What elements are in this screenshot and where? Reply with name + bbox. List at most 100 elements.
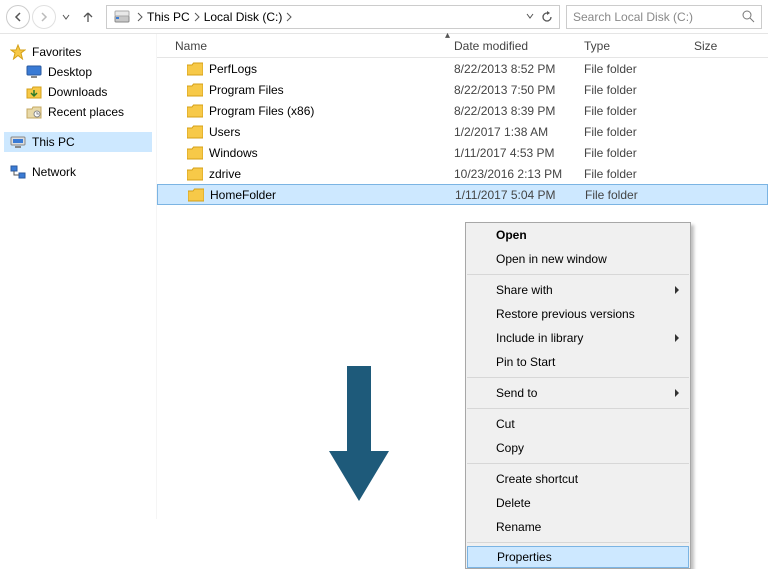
table-row[interactable]: Program Files (x86)8/22/2013 8:39 PMFile… [157, 100, 768, 121]
table-row[interactable]: Windows1/11/2017 4:53 PMFile folder [157, 142, 768, 163]
sidebar-item-downloads[interactable]: Downloads [4, 82, 152, 102]
table-row[interactable]: Users 1/2/2017 1:38 AMFile folder [157, 121, 768, 142]
menu-item-label: Share with [496, 283, 553, 297]
file-name: Users [209, 125, 240, 139]
search-placeholder: Search Local Disk (C:) [573, 10, 742, 24]
forward-button[interactable] [32, 5, 56, 29]
file-type: File folder [576, 62, 686, 76]
file-list: ▴ Name Date modified Type Size PerfLogs8… [157, 34, 768, 519]
menu-item-label: Open in new window [496, 252, 607, 266]
sidebar-item-desktop[interactable]: Desktop [4, 62, 152, 82]
submenu-arrow-icon [674, 388, 680, 398]
menu-item-copy[interactable]: Copy [466, 436, 690, 460]
file-type: File folder [577, 188, 687, 202]
address-bar[interactable]: This PC Local Disk (C:) [106, 5, 560, 29]
menu-separator [467, 463, 689, 464]
menu-item-label: Rename [496, 520, 541, 534]
file-name: HomeFolder [210, 188, 276, 202]
crumb-sep-icon [284, 12, 294, 22]
table-row[interactable]: zdrive10/23/2016 2:13 PMFile folder [157, 163, 768, 184]
sort-indicator-icon: ▴ [445, 30, 450, 41]
desktop-icon [26, 64, 42, 80]
address-dropdown-icon[interactable] [525, 11, 535, 23]
file-date: 10/23/2016 2:13 PM [446, 167, 576, 181]
sidebar-item-label: Desktop [48, 65, 92, 79]
menu-item-open[interactable]: Open [466, 223, 690, 247]
menu-item-properties[interactable]: Properties [467, 546, 689, 568]
menu-separator [467, 377, 689, 378]
sidebar-favorites[interactable]: Favorites [4, 42, 152, 62]
file-date: 1/2/2017 1:38 AM [446, 125, 576, 139]
menu-item-cut[interactable]: Cut [466, 412, 690, 436]
downloads-icon [26, 84, 42, 100]
folder-icon [187, 104, 203, 118]
breadcrumb-root[interactable]: This PC [145, 10, 192, 24]
menu-item-share-with[interactable]: Share with [466, 278, 690, 302]
folder-icon [188, 188, 204, 202]
sidebar-item-label: Recent places [48, 105, 124, 119]
network-icon [10, 164, 26, 180]
menu-item-label: Restore previous versions [496, 307, 635, 321]
menu-item-restore-previous-versions[interactable]: Restore previous versions [466, 302, 690, 326]
sidebar-item-label: This PC [32, 135, 75, 149]
file-type: File folder [576, 167, 686, 181]
submenu-arrow-icon [674, 285, 680, 295]
table-row[interactable]: Program Files 8/22/2013 7:50 PMFile folde… [157, 79, 768, 100]
folder-icon [187, 125, 203, 139]
menu-item-delete[interactable]: Delete [466, 491, 690, 515]
menu-item-send-to[interactable]: Send to [466, 381, 690, 405]
col-size[interactable]: Size [686, 39, 766, 53]
history-dropdown[interactable] [58, 5, 74, 29]
menu-item-open-in-new-window[interactable]: Open in new window [466, 247, 690, 271]
menu-separator [467, 274, 689, 275]
menu-item-create-shortcut[interactable]: Create shortcut [466, 467, 690, 491]
folder-icon [187, 167, 203, 181]
sidebar: Favorites Desktop Downloads Recent place… [0, 34, 157, 519]
file-name: PerfLogs [209, 62, 257, 76]
file-type: File folder [576, 125, 686, 139]
sidebar-thispc[interactable]: This PC [4, 132, 152, 152]
menu-item-label: Pin to Start [496, 355, 555, 369]
sidebar-item-label: Network [32, 165, 76, 179]
back-button[interactable] [6, 5, 30, 29]
col-date[interactable]: Date modified [446, 39, 576, 53]
file-type: File folder [576, 104, 686, 118]
file-name: Program Files [209, 83, 284, 97]
menu-separator [467, 408, 689, 409]
sidebar-item-recent[interactable]: Recent places [4, 102, 152, 122]
menu-item-label: Create shortcut [496, 472, 578, 486]
menu-item-label: Copy [496, 441, 524, 455]
menu-item-pin-to-start[interactable]: Pin to Start [466, 350, 690, 374]
folder-icon [187, 146, 203, 160]
table-row[interactable]: HomeFolder1/11/2017 5:04 PMFile folder [157, 184, 768, 205]
folder-icon [187, 62, 203, 76]
crumb-sep-icon [192, 12, 202, 22]
file-date: 8/22/2013 7:50 PM [446, 83, 576, 97]
refresh-icon[interactable] [541, 11, 553, 23]
menu-item-label: Delete [496, 496, 531, 510]
table-row[interactable]: PerfLogs 8/22/2013 8:52 PMFile folder [157, 58, 768, 79]
menu-item-label: Properties [497, 550, 552, 564]
file-name: Windows [209, 146, 258, 160]
column-headers: Name Date modified Type Size [157, 34, 768, 58]
search-input[interactable]: Search Local Disk (C:) [566, 5, 762, 29]
breadcrumb-location[interactable]: Local Disk (C:) [202, 10, 285, 24]
sidebar-network[interactable]: Network [4, 162, 152, 182]
menu-item-label: Cut [496, 417, 515, 431]
crumb-sep-icon [135, 12, 145, 22]
col-name[interactable]: Name [157, 39, 446, 53]
menu-separator [467, 542, 689, 543]
menu-item-include-in-library[interactable]: Include in library [466, 326, 690, 350]
computer-icon [10, 134, 26, 150]
col-type[interactable]: Type [576, 39, 686, 53]
up-button[interactable] [76, 5, 100, 29]
menu-item-label: Send to [496, 386, 537, 400]
search-icon [742, 10, 755, 23]
recent-icon [26, 104, 42, 120]
file-type: File folder [576, 83, 686, 97]
file-date: 8/22/2013 8:52 PM [446, 62, 576, 76]
drive-icon [113, 8, 131, 26]
file-type: File folder [576, 146, 686, 160]
file-name: Program Files (x86) [209, 104, 314, 118]
menu-item-label: Include in library [496, 331, 583, 345]
